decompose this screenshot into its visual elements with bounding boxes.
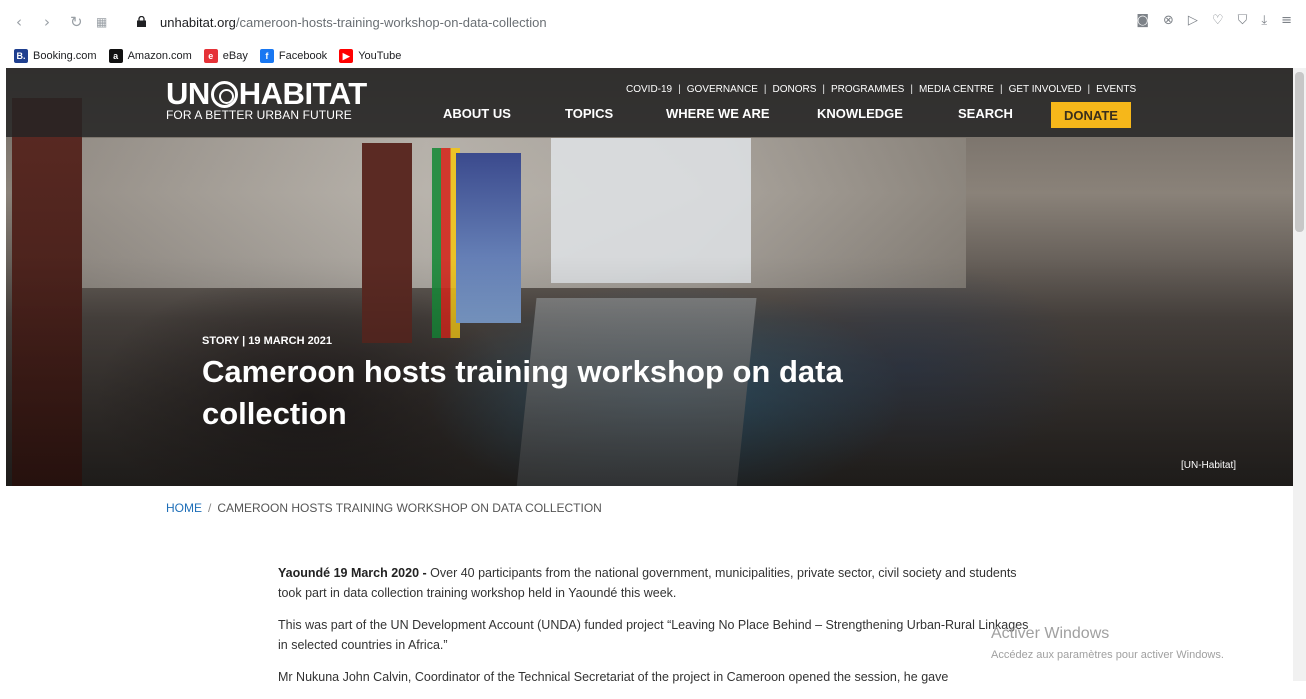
nav-topics[interactable]: TOPICS [565, 106, 613, 121]
donate-button[interactable]: DONATE [1051, 102, 1131, 128]
utility-link-governance[interactable]: GOVERNANCE [687, 84, 758, 95]
utility-separator: | [678, 84, 681, 95]
amazon-icon: a [108, 49, 123, 63]
shield-icon[interactable]: ⛉ [1238, 13, 1248, 28]
bookmark-facebook[interactable]: f Facebook [259, 49, 328, 63]
utility-link-donors[interactable]: DONORS [772, 84, 816, 95]
utility-link-get-involved[interactable]: GET INVOLVED [1009, 84, 1082, 95]
utility-separator: | [822, 84, 825, 95]
un-emblem-icon [210, 80, 238, 108]
utility-link-programmes[interactable]: PROGRAMMES [831, 84, 904, 95]
breadcrumb-current: CAMEROON HOSTS TRAINING WORKSHOP ON DATA… [217, 501, 602, 515]
browser-toolbar: ‹ › ↻ ▦ unhabitat.org/cameroon-hosts-tra… [0, 0, 1306, 44]
story-meta: STORY | 19 MARCH 2021 [202, 335, 333, 347]
scrollbar-thumb[interactable] [1295, 72, 1304, 232]
utility-separator: | [999, 84, 1003, 95]
site-logo[interactable]: UN HABITAT FOR A BETTER URBAN FUTURE [166, 76, 367, 122]
bookmark-label: YouTube [358, 50, 402, 62]
article-paragraph-3: Mr Nukuna John Calvin, Coordinator of th… [278, 670, 949, 684]
facebook-icon: f [259, 49, 274, 63]
logo-text-habitat: HABITAT [238, 76, 367, 111]
download-icon[interactable]: ⤓ [1261, 13, 1267, 28]
photo-credit: [UN-Habitat] [1180, 460, 1236, 471]
logo-text-un: UN [166, 76, 210, 111]
site-header: UN HABITAT FOR A BETTER URBAN FUTURE COVI… [6, 68, 1293, 137]
url-path: /cameroon-hosts-training-workshop-on-dat… [235, 15, 547, 30]
breadcrumb: HOME / CAMEROON HOSTS TRAINING WORKSHOP … [166, 501, 602, 515]
bookmark-booking-com[interactable]: B. Booking.com [14, 49, 97, 63]
nav-about-us[interactable]: ABOUT US [443, 106, 511, 121]
block-icon[interactable]: ⊗ [1163, 13, 1174, 28]
address-bar[interactable]: unhabitat.org/cameroon-hosts-training-wo… [160, 15, 547, 30]
ebay-icon: e [203, 49, 218, 63]
watermark-title: Activer Windows [991, 625, 1110, 642]
lock-icon[interactable] [137, 16, 146, 27]
heart-icon[interactable]: ♡ [1212, 13, 1224, 28]
hero-image: UN HABITAT FOR A BETTER URBAN FUTURE COVI… [6, 68, 1293, 486]
url-host: unhabitat.org [160, 15, 236, 30]
utility-nav: COVID-19 | GOVERNANCE | DONORS | PROGRAMMES | ME… [626, 84, 1136, 95]
toolbar-icons: ◙ ⊗ ▷ ♡ ⛉ ⤓ ≡ [1136, 13, 1292, 28]
youtube-icon: ▶ [339, 49, 354, 63]
bookmarks-bar: B. Booking.com a Amazon.com e eBay f Facebook ▶ Y… [0, 44, 1306, 68]
breadcrumb-home[interactable]: HOME [166, 501, 202, 515]
nav-knowledge[interactable]: KNOWLEDGE [817, 106, 903, 121]
reload-icon[interactable]: ↻ [70, 14, 83, 30]
tabs-grid-icon[interactable]: ▦ [96, 14, 107, 30]
article-paragraph-2: This was part of the UN Development Acco… [278, 618, 1029, 652]
bookmark-amazon-com[interactable]: a Amazon.com [108, 49, 192, 63]
utility-separator: | [1087, 84, 1091, 95]
breadcrumb-separator: / [208, 501, 212, 515]
utility-link-events[interactable]: EVENTS [1096, 84, 1136, 95]
send-icon[interactable]: ▷ [1188, 13, 1198, 28]
bookmark-label: Amazon.com [127, 50, 192, 62]
nav-search[interactable]: SEARCH [958, 106, 1013, 121]
camera-icon[interactable]: ◙ [1136, 13, 1149, 28]
article-paragraph-1: Yaoundé 19 March 2020 - Over 40 particip… [278, 563, 1038, 603]
utility-separator: | [910, 84, 913, 95]
utility-link-media-centre[interactable]: MEDIA CENTRE [919, 84, 994, 95]
bookmark-youtube[interactable]: ▶ YouTube [339, 49, 401, 63]
bookmark-label: Facebook [278, 50, 328, 62]
page-title: Cameroon hosts training workshop on data… [202, 354, 843, 431]
bookmark-label: Booking.com [33, 50, 97, 62]
watermark-subtitle: Accédez aux paramètres pour activer Wind… [991, 649, 1224, 661]
menu-icon[interactable]: ≡ [1281, 13, 1292, 28]
forward-icon[interactable]: › [44, 14, 50, 30]
utility-link-covid-19[interactable]: COVID-19 [626, 84, 672, 95]
logo-tagline: FOR A BETTER URBAN FUTURE [166, 108, 352, 122]
bookmark-ebay[interactable]: e eBay [203, 49, 248, 63]
bookmark-label: eBay [222, 50, 248, 62]
nav-where-we-are[interactable]: WHERE WE ARE [666, 106, 770, 121]
back-icon[interactable]: ‹ [16, 14, 22, 30]
windows-activation-watermark: Activer Windows Accédez aux paramètres p… [991, 625, 1224, 661]
booking-icon: B. [14, 49, 28, 63]
utility-separator: | [763, 84, 767, 95]
article-dateline: Yaoundé 19 March 2020 - [278, 566, 427, 580]
article-body: Yaoundé 19 March 2020 - Over 40 particip… [278, 563, 1038, 699]
